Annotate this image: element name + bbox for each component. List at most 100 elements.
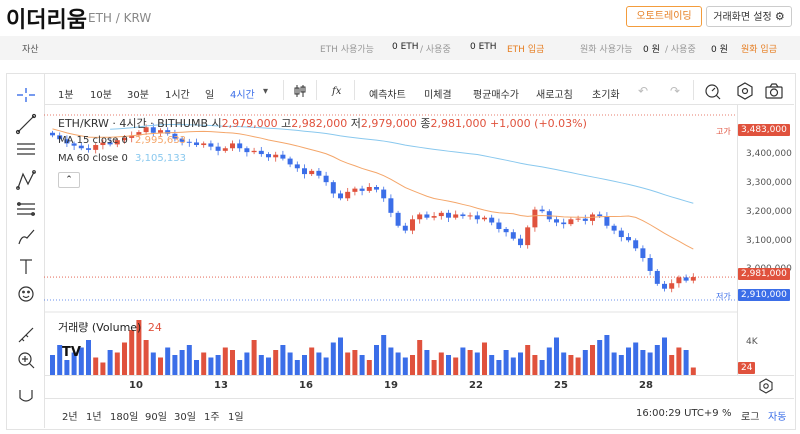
- candle-body: [582, 218, 588, 221]
- interval-4h[interactable]: 4시간: [230, 86, 255, 101]
- percent-toggle[interactable]: %: [722, 408, 732, 419]
- volume-bar: [280, 345, 286, 375]
- pattern-icon[interactable]: [16, 170, 36, 190]
- candle-body: [647, 258, 653, 271]
- candle-body: [395, 212, 401, 226]
- volume-bar: [568, 355, 574, 375]
- volume-bar: [489, 355, 495, 375]
- volume-bar: [165, 347, 171, 375]
- open-orders-button[interactable]: 미체결: [424, 86, 452, 101]
- trendline-icon[interactable]: [15, 113, 37, 135]
- volume-bar: [597, 340, 603, 375]
- candle-type-icon[interactable]: [293, 84, 307, 98]
- candle-body: [244, 148, 250, 153]
- indicator-fx-button[interactable]: fx: [332, 86, 341, 97]
- volume-bar: [590, 345, 595, 375]
- eth-deposit-link[interactable]: ETH 입금: [507, 42, 544, 55]
- candle-body: [194, 142, 199, 146]
- volume-bar: [244, 352, 250, 375]
- volume-bar: [316, 352, 322, 375]
- krw-in-use-value: 0 원: [711, 45, 728, 55]
- candle-body: [453, 214, 459, 218]
- volume-bar: [611, 352, 617, 375]
- volume-bar: [626, 347, 631, 375]
- refresh-button[interactable]: 새로고침: [536, 86, 573, 101]
- volume-bar: [50, 355, 55, 375]
- log-toggle[interactable]: 로그: [741, 408, 759, 423]
- range-30d[interactable]: 30일: [174, 408, 196, 423]
- volume-bar: [323, 357, 329, 375]
- candle-body: [417, 214, 423, 220]
- candle-body: [86, 148, 91, 150]
- brush-icon[interactable]: [18, 229, 35, 245]
- candle-body: [496, 222, 502, 229]
- auto-trade-button[interactable]: 오토트레이딩: [626, 6, 702, 27]
- range-1w[interactable]: 1주: [204, 408, 220, 423]
- volume-bar: [143, 340, 149, 375]
- replay-icon[interactable]: [704, 82, 722, 100]
- camera-icon[interactable]: [765, 83, 783, 99]
- text-icon[interactable]: [20, 259, 32, 274]
- candle-body: [237, 143, 243, 149]
- forecast-chart-button[interactable]: 예측차트: [369, 86, 406, 101]
- volume-bar: [186, 345, 192, 375]
- range-180d[interactable]: 180일: [110, 408, 138, 423]
- settings-button[interactable]: 거래화면 설정 ⚙: [706, 6, 792, 27]
- volume-bar: [381, 335, 387, 375]
- volume-bar: [575, 357, 581, 375]
- settings-hex-icon[interactable]: [736, 82, 754, 100]
- volume-tick: 4K: [746, 337, 758, 347]
- range-1d[interactable]: 1일: [228, 408, 244, 423]
- candle-body: [568, 219, 574, 225]
- range-1y[interactable]: 1년: [86, 408, 102, 423]
- volume-bar: [388, 347, 394, 375]
- reset-button[interactable]: 초기화: [592, 86, 620, 101]
- interval-1d[interactable]: 일: [205, 86, 214, 101]
- horizontal-lines-icon[interactable]: [17, 143, 35, 155]
- volume-bar: [683, 350, 689, 375]
- ma60-label: MA 60 close 0: [58, 153, 128, 164]
- legend-open: 2,979,000: [221, 117, 278, 130]
- interval-1m[interactable]: 1분: [58, 86, 74, 101]
- volume-bar: [179, 350, 185, 375]
- ma15-value: 2,995,633: [135, 135, 186, 146]
- zoom-in-icon[interactable]: [18, 352, 35, 369]
- range-90d[interactable]: 90일: [145, 408, 167, 423]
- candle-body: [50, 132, 55, 136]
- volume-bar: [352, 350, 358, 375]
- krw-deposit-link[interactable]: 원화 입금: [741, 42, 777, 55]
- gear-icon: ⚙: [774, 10, 785, 23]
- legend-high: 2,982,000: [291, 117, 348, 130]
- volume-bar: [633, 342, 639, 375]
- undo-icon[interactable]: ↶: [638, 84, 648, 98]
- ruler-icon[interactable]: [18, 327, 34, 343]
- emoji-icon[interactable]: [18, 286, 34, 302]
- eth-available-label: ETH 사용가능: [320, 45, 374, 55]
- krw-available-label: 원화 사용가능: [580, 45, 633, 55]
- redo-icon[interactable]: ↷: [670, 84, 680, 98]
- magnet-icon[interactable]: [19, 390, 33, 402]
- candle-body: [554, 219, 559, 223]
- candle-body: [208, 143, 214, 147]
- candle-body: [359, 188, 365, 191]
- date-tick: 13: [214, 380, 228, 391]
- interval-10m[interactable]: 10분: [90, 86, 112, 101]
- crosshair-icon[interactable]: [17, 88, 35, 102]
- fib-icon[interactable]: [17, 202, 35, 216]
- range-2y[interactable]: 2년: [62, 408, 78, 423]
- interval-30m[interactable]: 30분: [127, 86, 149, 101]
- legend-close-label: 종: [420, 117, 431, 130]
- legend-high-label: 고: [281, 117, 292, 130]
- collapse-legend-button[interactable]: ⌃: [58, 172, 80, 188]
- axis-settings-icon[interactable]: [758, 378, 774, 394]
- auto-toggle[interactable]: 자동: [768, 408, 786, 423]
- volume-bar: [460, 347, 466, 375]
- avg-buy-price-button[interactable]: 평균매수가: [473, 86, 519, 101]
- interval-1h[interactable]: 1시간: [165, 86, 190, 101]
- chevron-up-icon: ⌃: [65, 175, 73, 185]
- clock-time[interactable]: 16:00:29 UTC+9: [636, 408, 719, 419]
- volume-bar: [496, 360, 502, 375]
- interval-dropdown-icon[interactable]: ▾: [263, 86, 268, 97]
- candle-body: [460, 214, 466, 217]
- low-tag: 저가: [716, 292, 731, 301]
